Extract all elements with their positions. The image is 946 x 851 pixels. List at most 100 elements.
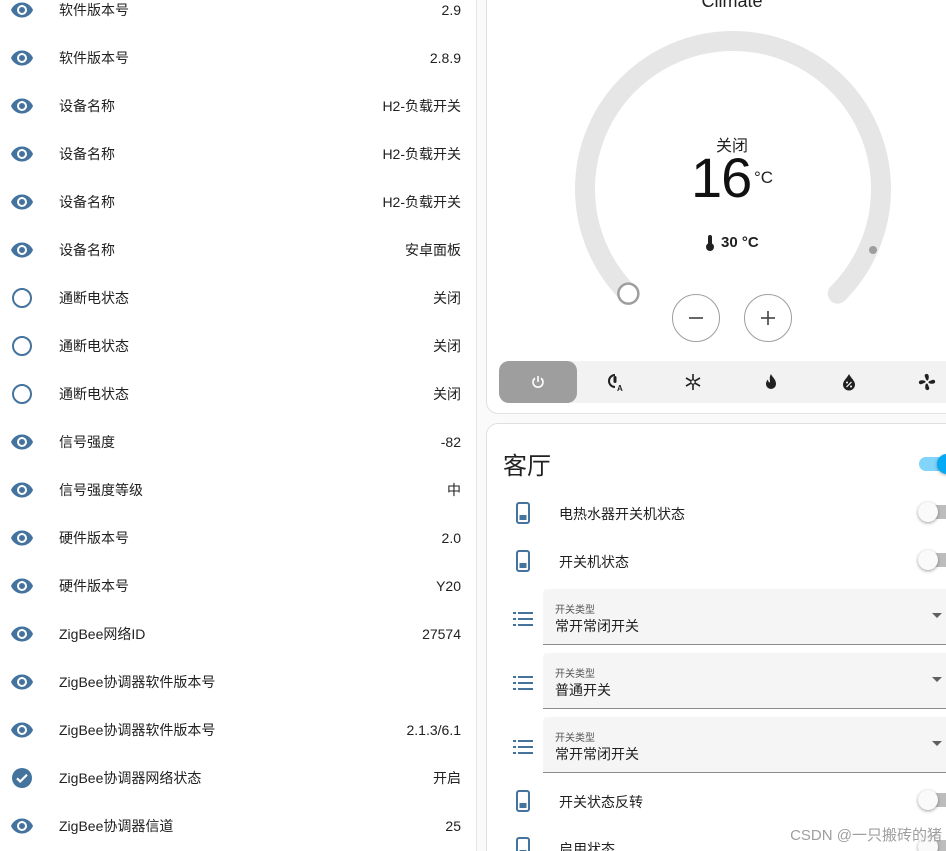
entity-label: 开关状态反转 <box>559 794 643 810</box>
fan-icon <box>918 373 936 391</box>
mode-auto-button[interactable]: A <box>577 361 655 403</box>
entity-value: H2-负载开关 <box>382 146 461 162</box>
list-item[interactable]: 硬件版本号 2.0 <box>0 514 476 562</box>
switch-type-select[interactable]: 开关类型 普通开关 <box>543 653 946 709</box>
watermark: CSDN @一只搬砖的猪 <box>790 827 942 844</box>
list-item[interactable]: 信号强度等级 中 <box>0 466 476 514</box>
select-row-switch-type-2: 开关类型 普通开关 <box>487 653 946 709</box>
field-label: 开关类型 <box>555 733 595 744</box>
list-item[interactable]: ZigBee协调器信道 25 <box>0 802 476 850</box>
dropdown-arrow-icon <box>932 741 942 746</box>
list-item[interactable]: 设备名称 H2-负载开关 <box>0 82 476 130</box>
switch-type-select[interactable]: 开关类型 常开常闭开关 <box>543 589 946 645</box>
entity-name: 设备名称 <box>59 98 115 114</box>
room-master-toggle[interactable] <box>919 454 946 474</box>
eye-icon <box>10 190 34 214</box>
entity-value: -82 <box>440 434 461 450</box>
check-circle-icon <box>10 766 34 790</box>
tablet-icon <box>511 836 535 851</box>
list-icon <box>511 735 535 759</box>
decrease-temp-button[interactable] <box>672 294 720 342</box>
dropdown-arrow-icon <box>932 677 942 682</box>
eye-icon <box>10 46 34 70</box>
list-item[interactable]: 通断电状态 关闭 <box>0 370 476 418</box>
circle-outline-icon <box>10 286 34 310</box>
list-item[interactable]: 软件版本号 2.8.9 <box>0 34 476 82</box>
toggle-switch[interactable] <box>918 790 946 810</box>
entity-name: 设备名称 <box>59 194 115 210</box>
list-item[interactable]: 设备名称 H2-负载开关 <box>0 130 476 178</box>
entity-row-water-heater-power[interactable]: 电热水器开关机状态 <box>487 489 946 537</box>
list-item[interactable]: 设备名称 H2-负载开关 <box>0 178 476 226</box>
entity-name: ZigBee协调器信道 <box>59 818 174 834</box>
list-item[interactable]: 硬件版本号 Y20 <box>0 562 476 610</box>
current-temp-value: 30 °C <box>721 234 759 251</box>
fire-icon <box>766 374 776 389</box>
entity-row-power-state[interactable]: 开关机状态 <box>487 537 946 585</box>
entity-name: 信号强度 <box>59 434 115 450</box>
list-item[interactable]: 软件版本号 2.9 <box>0 0 476 34</box>
dial-handle[interactable] <box>617 282 640 305</box>
entity-name: 软件版本号 <box>59 2 129 18</box>
entity-value: 关闭 <box>433 386 461 402</box>
eye-icon <box>10 526 34 550</box>
entity-name: 软件版本号 <box>59 50 129 66</box>
circle-outline-icon <box>10 334 34 358</box>
water-percent-icon <box>843 374 855 391</box>
svg-text:A: A <box>617 384 623 392</box>
mode-heat-button[interactable] <box>732 361 810 403</box>
room-title: 客厅 <box>503 453 551 480</box>
eye-icon <box>10 238 34 262</box>
mode-dry-button[interactable] <box>810 361 888 403</box>
list-item[interactable]: 信号强度 -82 <box>0 418 476 466</box>
toggle-knob <box>918 550 938 570</box>
current-temperature: 30 °C <box>705 234 759 251</box>
target-temperature: 16 <box>691 146 752 209</box>
toggle-knob <box>918 790 938 810</box>
mode-fan-button[interactable] <box>888 361 946 403</box>
hvac-mode-bar: A <box>499 361 946 403</box>
list-icon <box>511 607 535 631</box>
select-row-switch-type-1: 开关类型 常开常闭开关 <box>487 589 946 645</box>
list-item[interactable]: ZigBee协调器软件版本号 <box>0 658 476 706</box>
mode-off-button[interactable] <box>499 361 577 403</box>
climate-card: Climate 关闭 16 °C 30 °C A <box>486 0 946 414</box>
selected-value: 常开常闭开关 <box>555 746 639 762</box>
entity-name: 通断电状态 <box>59 386 129 402</box>
list-item[interactable]: 设备名称 安卓面板 <box>0 226 476 274</box>
current-temp-marker <box>869 246 877 254</box>
toggle-knob <box>918 502 938 522</box>
eye-icon <box>10 0 34 22</box>
entity-value: 2.1.3/6.1 <box>406 722 462 738</box>
list-item[interactable]: ZigBee网络ID 27574 <box>0 610 476 658</box>
entity-name: 硬件版本号 <box>59 530 129 546</box>
eye-icon <box>10 814 34 838</box>
dashboard: 软件版本号 2.9 软件版本号 2.8.9 设备名称 H2-负载开关 设备名称 … <box>0 0 946 851</box>
entity-value: 安卓面板 <box>405 242 461 258</box>
entity-value: 2.8.9 <box>429 50 461 66</box>
increase-temp-button[interactable] <box>744 294 792 342</box>
entity-value: H2-负载开关 <box>382 194 461 210</box>
mode-cool-button[interactable] <box>654 361 732 403</box>
eye-icon <box>10 430 34 454</box>
switch-type-select[interactable]: 开关类型 常开常闭开关 <box>543 717 946 773</box>
eye-icon <box>10 718 34 742</box>
climate-title: Climate <box>701 0 763 11</box>
list-item[interactable]: 通断电状态 关闭 <box>0 322 476 370</box>
tablet-icon <box>511 549 535 573</box>
dropdown-arrow-icon <box>932 613 942 618</box>
eye-icon <box>10 574 34 598</box>
toggle-switch[interactable] <box>918 550 946 570</box>
list-item[interactable]: 通断电状态 关闭 <box>0 274 476 322</box>
entity-name: 硬件版本号 <box>59 578 129 594</box>
eye-icon <box>10 670 34 694</box>
eye-icon <box>10 478 34 502</box>
list-item[interactable]: ZigBee协调器网络状态 开启 <box>0 754 476 802</box>
entity-name: ZigBee协调器软件版本号 <box>59 674 216 690</box>
entity-value: 开启 <box>433 770 461 786</box>
toggle-switch[interactable] <box>918 502 946 522</box>
entity-row-switch-invert[interactable]: 开关状态反转 <box>487 777 946 825</box>
entity-list: 软件版本号 2.9 软件版本号 2.8.9 设备名称 H2-负载开关 设备名称 … <box>0 0 476 851</box>
entity-value: 27574 <box>422 626 461 642</box>
list-item[interactable]: ZigBee协调器软件版本号 2.1.3/6.1 <box>0 706 476 754</box>
